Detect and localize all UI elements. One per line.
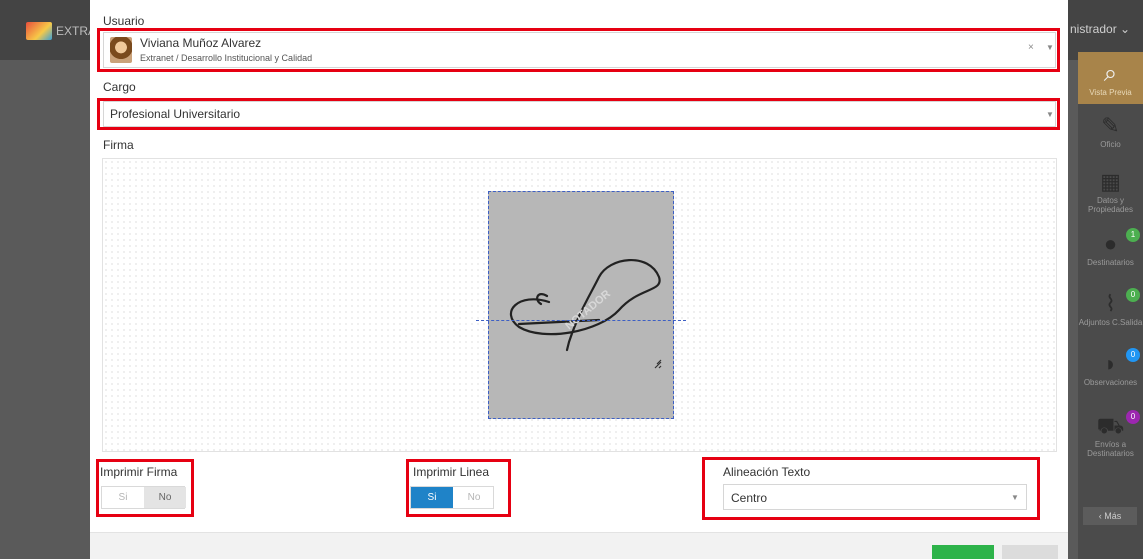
search-icon: ⌕ [1103,60,1118,87]
sidebar-item-label: Vista Previa [1089,88,1132,97]
grid-icon: ▦ [1100,169,1121,194]
usuario-label: Usuario [103,14,145,28]
more-button[interactable]: ‹ Más [1083,507,1137,525]
sidebar-item-envios[interactable]: 0 ⛟ Envíos a Destinatarios [1078,410,1143,458]
sidebar-item-destinatarios[interactable]: 1 ● Destinatarios [1078,228,1143,267]
signature-image[interactable]: NOTADOR [488,191,674,419]
sidebar-item-label: Destinatarios [1087,258,1134,267]
sidebar-item-observaciones[interactable]: 0 ◗ Observaciones [1078,348,1143,387]
highlight-alineacion [702,457,1040,520]
sidebar-item-label: Adjuntos C.Salida [1078,318,1143,327]
save-button[interactable] [932,545,994,559]
right-sidebar: ⌕ Vista Previa ✎ Oficio ▦ Datos y Propie… [1078,52,1143,559]
highlight-usuario [97,28,1060,72]
signature-drawing: NOTADOR [509,259,662,369]
highlight-cargo [97,98,1060,130]
sidebar-item-label: Datos y Propiedades [1088,196,1133,214]
count-badge: 1 [1126,228,1140,242]
sidebar-item-label: Oficio [1100,140,1121,149]
sidebar-item-vista-previa[interactable]: ⌕ Vista Previa [1078,52,1143,104]
cargo-label: Cargo [103,80,136,94]
sidebar-item-adjuntos[interactable]: 0 ⌇ Adjuntos C.Salida [1078,288,1143,327]
app-logo [26,22,52,40]
count-badge: 0 [1126,348,1140,362]
sidebar-item-oficio[interactable]: ✎ Oficio [1078,113,1143,150]
user-menu[interactable]: nistrador ⌄ [1070,22,1130,36]
edit-icon: ✎ [1101,113,1120,138]
signature-line-guide [476,320,686,321]
sidebar-item-label: Envíos a Destinatarios [1087,440,1134,458]
signature-watermark: NOTADOR [563,288,613,332]
highlight-imprimir-linea [406,459,511,517]
count-badge: 0 [1126,410,1140,424]
sidebar-item-datos[interactable]: ▦ Datos y Propiedades [1078,169,1143,215]
modal-footer [90,532,1068,559]
highlight-imprimir-firma [96,459,194,517]
signature-canvas[interactable]: NOTADOR [102,158,1057,452]
firma-label: Firma [103,138,134,152]
count-badge: 0 [1126,288,1140,302]
sidebar-item-label: Observaciones [1083,378,1138,387]
cancel-button[interactable] [1002,545,1058,559]
